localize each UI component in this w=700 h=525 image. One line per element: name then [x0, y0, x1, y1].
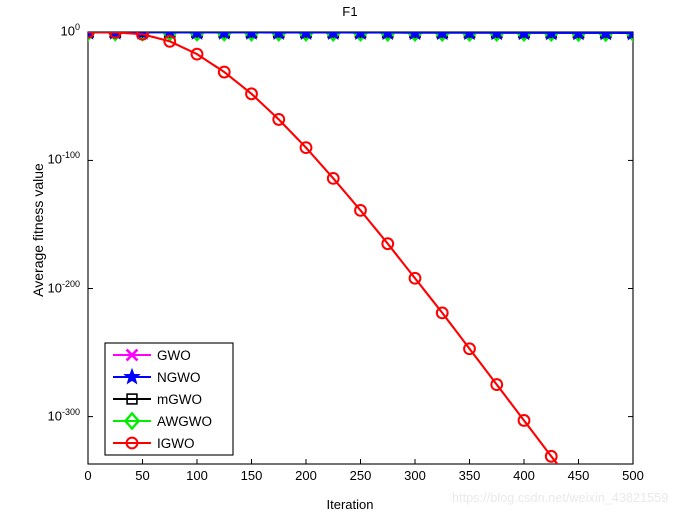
- figure-canvas: F1 GWO NGWO mGWO AWGWO IGWO Iteration Averag…: [0, 0, 700, 525]
- watermark-text: https://blog.csdn.net/weixin_43821559: [452, 491, 669, 505]
- x-tick-400: 400: [513, 468, 535, 483]
- legend-label: NGWO: [157, 370, 201, 385]
- x-tick-250: 250: [349, 468, 372, 483]
- y-axis-label: Average fitness value: [30, 163, 46, 297]
- y-tick--300: 10-300: [47, 406, 80, 423]
- y-tick--200: 10-200: [47, 278, 80, 295]
- legend-label: mGWO: [157, 392, 202, 407]
- x-tick-350: 350: [458, 468, 481, 483]
- x-tick-0: 0: [84, 468, 92, 483]
- y-tick--100: 10-100: [47, 150, 80, 167]
- y-tick-0: 100: [60, 22, 80, 39]
- x-tick-450: 450: [567, 468, 590, 483]
- x-tick-200: 200: [295, 468, 317, 483]
- legend[interactable]: GWO NGWO mGWO AWGWO IGWO: [104, 342, 234, 456]
- plot-svg: GWO NGWO mGWO AWGWO IGWO: [87, 31, 634, 465]
- x-tick-150: 150: [240, 468, 263, 483]
- legend-label: AWGWO: [157, 414, 212, 429]
- legend-label: IGWO: [157, 436, 195, 451]
- legend-label: GWO: [157, 348, 191, 363]
- x-tick-300: 300: [404, 468, 426, 483]
- x-tick-100: 100: [186, 468, 208, 483]
- x-tick-500: 500: [622, 468, 644, 483]
- x-tick-50: 50: [135, 468, 150, 483]
